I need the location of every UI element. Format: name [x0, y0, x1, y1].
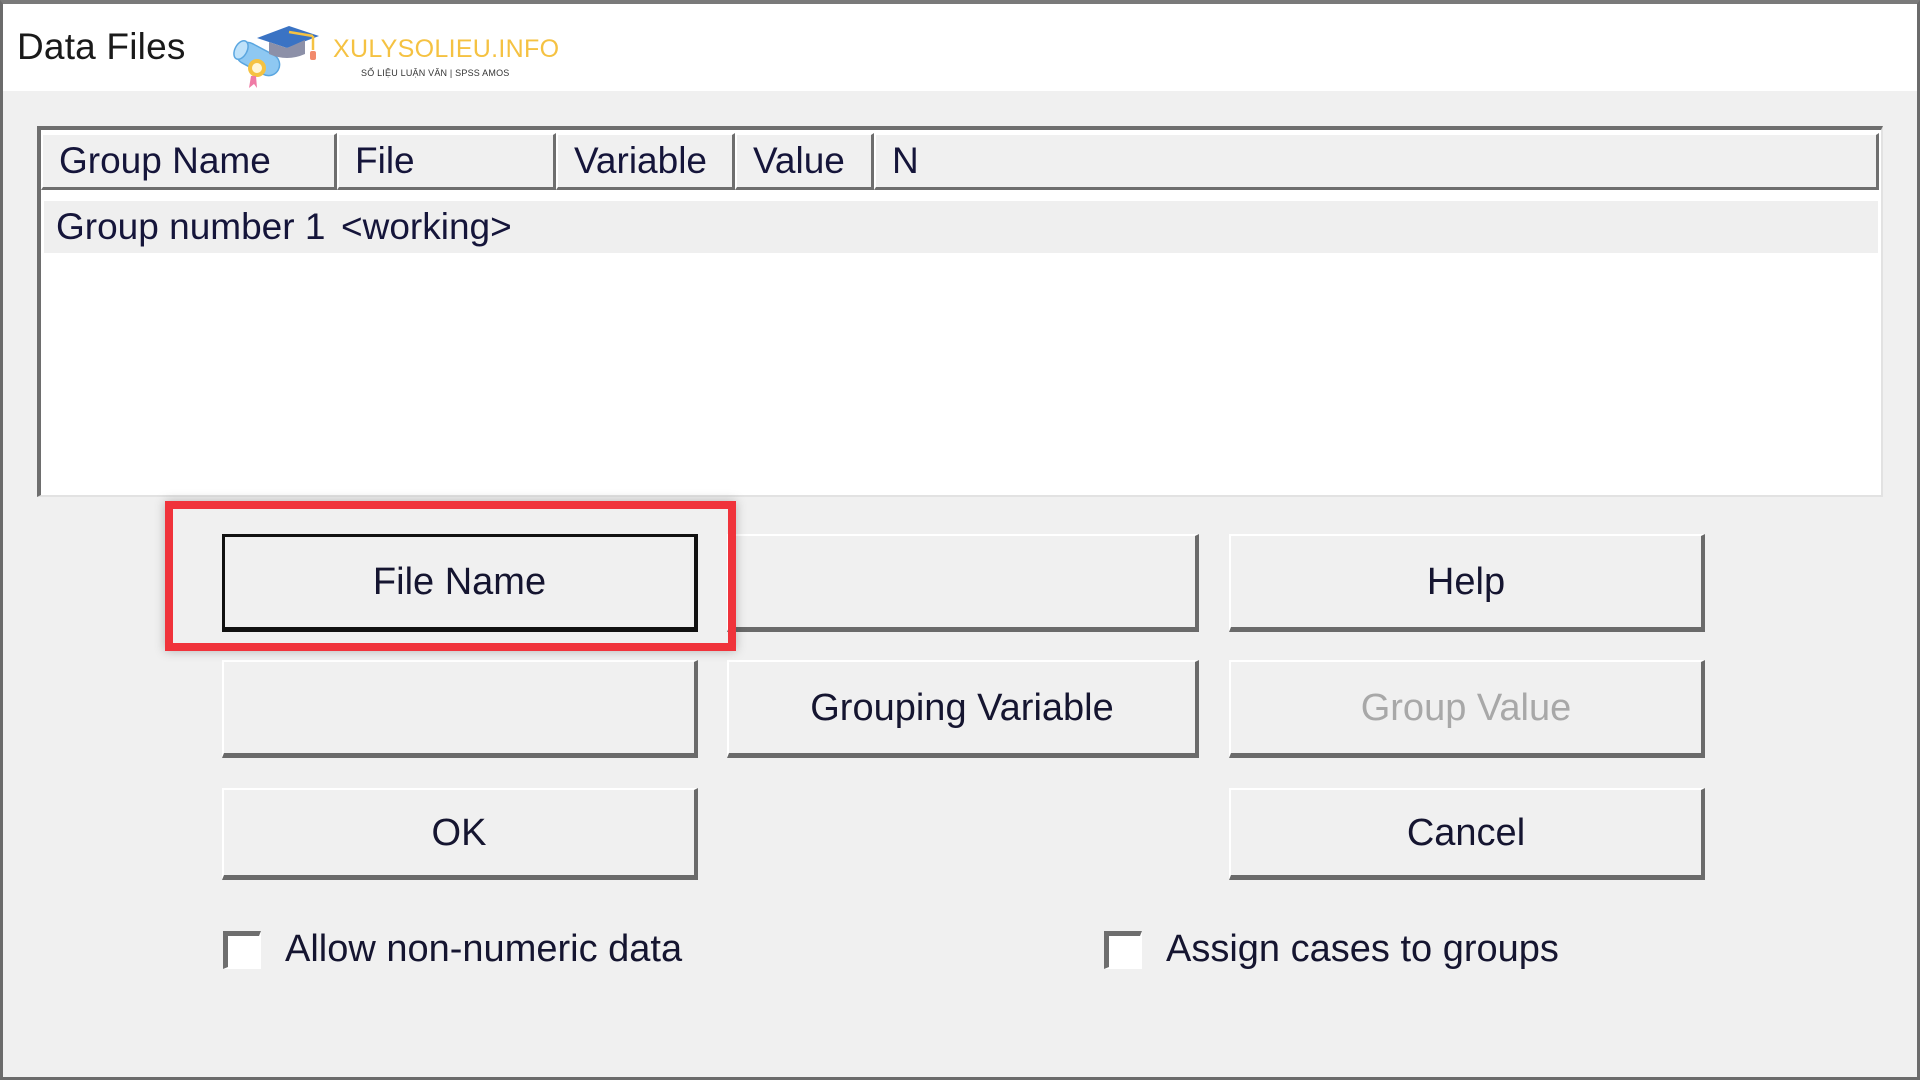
- column-header-file[interactable]: File: [337, 133, 556, 190]
- column-header-value[interactable]: Value: [735, 133, 874, 190]
- grouping-variable-button[interactable]: Grouping Variable: [727, 660, 1199, 758]
- watermark-tagline: SỐ LIỆU LUẬN VĂN | SPSS AMOS: [361, 68, 510, 78]
- allow-non-numeric-checkbox[interactable]: [223, 930, 261, 969]
- allow-non-numeric-label[interactable]: Allow non-numeric data: [285, 928, 682, 971]
- group-value-button[interactable]: Group Value: [1229, 660, 1705, 758]
- column-header-variable[interactable]: Variable: [556, 133, 735, 190]
- blank-button-top[interactable]: [727, 534, 1199, 632]
- graduation-cap-logo-icon: [233, 26, 319, 88]
- assign-cases-option[interactable]: Assign cases to groups: [1104, 928, 1559, 971]
- cancel-button[interactable]: Cancel: [1229, 788, 1705, 880]
- cell-group-name: Group number 1: [56, 206, 326, 247]
- groups-list[interactable]: Group Name File Variable Value N Group n…: [37, 126, 1883, 497]
- help-button[interactable]: Help: [1229, 534, 1705, 632]
- column-header-group-name[interactable]: Group Name: [41, 133, 337, 190]
- assign-cases-checkbox[interactable]: [1104, 930, 1142, 969]
- file-name-button[interactable]: File Name: [222, 534, 698, 632]
- cell-file: <working>: [341, 206, 512, 247]
- cell-variable: [560, 201, 739, 253]
- table-row[interactable]: Group number 1 <working>: [44, 201, 1878, 253]
- dialog-title: Data Files: [17, 26, 186, 67]
- groups-list-header: Group Name File Variable Value N: [41, 133, 1881, 190]
- ok-button[interactable]: OK: [222, 788, 698, 880]
- watermark-brand: XULYSOLIEU.INFO: [333, 35, 560, 63]
- allow-non-numeric-option[interactable]: Allow non-numeric data: [223, 928, 682, 971]
- cell-n: [878, 201, 1878, 253]
- blank-button-middle[interactable]: [222, 660, 698, 758]
- title-bar: Data Files XULYSOLIEU.INFO SỐ LIỆU LUẬN …: [3, 4, 1917, 91]
- cell-value: [739, 201, 878, 253]
- assign-cases-label[interactable]: Assign cases to groups: [1166, 928, 1559, 971]
- column-header-n[interactable]: N: [874, 133, 1879, 190]
